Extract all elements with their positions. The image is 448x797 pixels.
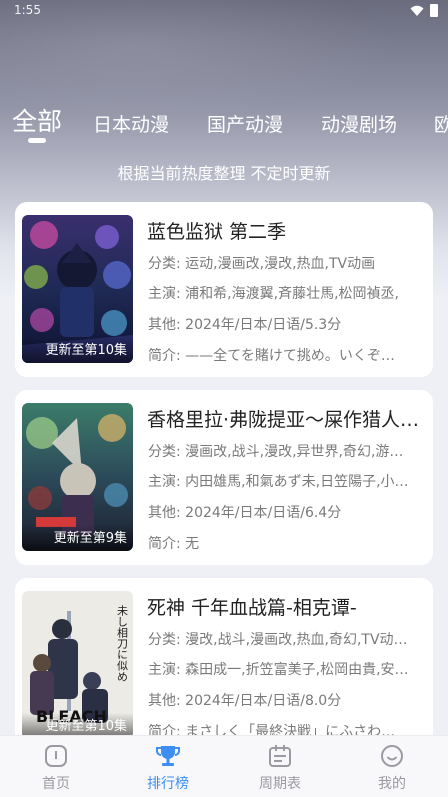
trophy-icon [156, 746, 180, 766]
episode-badge: 更新至第10集 [22, 337, 133, 363]
item-category: 分类: 漫画改,战斗,漫改,异世界,奇幻,游… [148, 444, 404, 460]
ranking-subtitle: 根据当前热度整理 不定时更新 [117, 164, 331, 183]
poster-tagline: 未し相刀に似め [116, 605, 129, 682]
item-cast: 主演: 浦和希,海渡翼,斉藤壮馬,松岡禎丞, [148, 286, 399, 302]
list-item[interactable]: 更新至第9集 香格里拉·弗陇提亚～屎作猎人… 分类: 漫画改,战斗,漫改,异世界… [15, 390, 433, 565]
item-category: 分类: 运动,漫画改,漫改,热血,TV动画 [148, 256, 376, 272]
item-info: 死神 千年血战篇-相克谭- 分类: 漫改,战斗,漫画改,热血,奇幻,TV动… 主… [147, 578, 425, 753]
item-cast: 主演: 内田雄馬,和氣あず未,日笠陽子,小… [148, 474, 409, 490]
tab-all[interactable]: 全部 [12, 100, 62, 140]
wifi-icon [410, 5, 424, 16]
calendar-icon [269, 745, 291, 767]
item-info: 蓝色监狱 第二季 分类: 运动,漫画改,漫改,热血,TV动画 主演: 浦和希,海… [147, 202, 425, 377]
item-category: 分类: 漫改,战斗,漫画改,热血,奇幻,TV动… [148, 632, 408, 648]
profile-icon [381, 745, 403, 767]
status-bar: 1:55 [0, 0, 448, 22]
poster-image[interactable]: 更新至第9集 [22, 403, 133, 551]
nav-profile[interactable]: 我的 [336, 736, 448, 797]
status-time: 1:55 [14, 3, 41, 17]
item-info: 香格里拉·弗陇提亚～屎作猎人… 分类: 漫画改,战斗,漫改,异世界,奇幻,游… … [147, 390, 425, 565]
list-item[interactable]: 未し相刀に似め BLEACH 更新至第10集 死神 千年血战篇-相克谭- 分类:… [15, 578, 433, 753]
nav-schedule[interactable]: 周期表 [224, 736, 336, 797]
item-title[interactable]: 蓝色监狱 第二季 [147, 217, 425, 244]
tab-western[interactable]: 欧 [434, 103, 448, 143]
item-title[interactable]: 香格里拉·弗陇提亚～屎作猎人… [147, 405, 425, 432]
nav-profile-label: 我的 [378, 776, 406, 792]
nav-schedule-label: 周期表 [259, 776, 301, 792]
nav-home[interactable]: 首页 [0, 736, 112, 797]
bottom-navigation: 首页 排行榜 周期表 我的 [0, 735, 448, 797]
list-item[interactable]: 更新至第10集 蓝色监狱 第二季 分类: 运动,漫画改,漫改,热血,TV动画 主… [15, 202, 433, 377]
nav-ranking-label: 排行榜 [147, 776, 189, 792]
tab-indicator [28, 138, 46, 143]
item-other: 其他: 2024年/日本/日语/5.3分 [148, 317, 342, 333]
item-other: 其他: 2024年/日本/日语/6.4分 [148, 505, 342, 521]
home-icon [45, 745, 67, 767]
tab-chinese-anime[interactable]: 国产动漫 [207, 103, 283, 143]
episode-badge: 更新至第9集 [22, 525, 133, 551]
nav-ranking[interactable]: 排行榜 [112, 736, 224, 797]
poster-image[interactable]: 未し相刀に似め BLEACH 更新至第10集 [22, 591, 133, 739]
nav-home-label: 首页 [42, 776, 70, 792]
category-tabs: 全部 日本动漫 国产动漫 动漫剧场 欧 [0, 100, 448, 150]
item-cast: 主演: 森田成一,折笠富美子,松岡由貴,安… [148, 662, 409, 678]
item-title[interactable]: 死神 千年血战篇-相克谭- [147, 593, 425, 620]
status-icons [410, 4, 438, 17]
battery-icon [430, 4, 438, 17]
item-other: 其他: 2024年/日本/日语/8.0分 [148, 693, 342, 709]
item-intro: 简介: 无 [148, 536, 200, 552]
tab-japanese-anime[interactable]: 日本动漫 [93, 103, 169, 143]
tab-anime-theater[interactable]: 动漫剧场 [321, 103, 397, 143]
poster-image[interactable]: 更新至第10集 [22, 215, 133, 363]
item-intro: 简介: ——全てを賭けて挑め。いくぞ… [148, 348, 395, 364]
